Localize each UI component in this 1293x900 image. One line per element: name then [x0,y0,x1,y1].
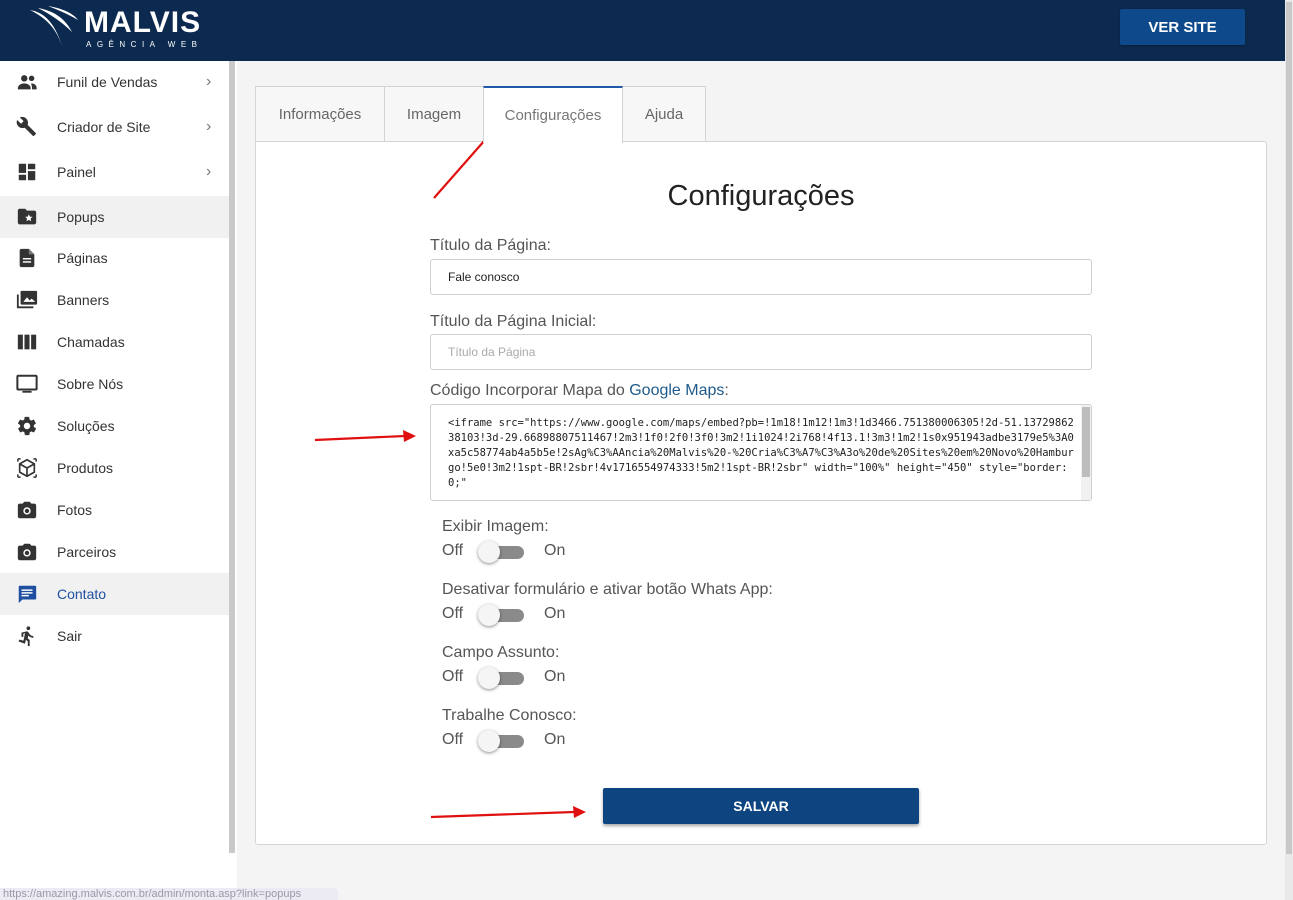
page-scrollbar-thumb[interactable] [1286,2,1292,854]
people-icon [16,71,38,93]
brand-name: MALVIS [84,6,202,39]
top-header: MALVIS AGÊNCIA WEB VER SITE [0,0,1285,61]
sidebar-item-sobre-nos[interactable]: Sobre Nós [0,363,229,405]
google-maps-link[interactable]: Google Maps [629,382,724,399]
maps-label-suffix: : [724,382,729,399]
chevron-right-icon: › [206,73,212,90]
toggle-off-label: Off [442,605,464,622]
tab-ajuda[interactable]: Ajuda [622,86,706,142]
camera-icon [16,541,38,563]
sidebar-item-banners[interactable]: Banners [0,279,229,321]
sidebar-item-label: Popups [57,209,105,225]
toggle-campo-assunto-label: Campo Assunto: [442,644,560,661]
gear-icon [16,415,38,437]
sidebar-item-criador-de-site[interactable]: Criador de Site › [0,106,229,148]
chevron-right-icon: › [206,163,212,180]
monitor-icon [16,373,38,395]
sidebar-item-label: Parceiros [57,544,117,560]
sidebar-item-parceiros[interactable]: Parceiros [0,531,229,573]
toggle-exibir-imagem-label: Exibir Imagem: [442,518,549,535]
sidebar-item-painel[interactable]: Painel › [0,151,229,193]
campo-assunto-switch[interactable] [478,667,525,689]
sidebar-item-popups[interactable]: Popups [0,196,229,238]
sidebar-item-sair[interactable]: Sair [0,615,229,657]
folder-star-icon [16,206,38,228]
page-scrollbar[interactable] [1285,0,1293,900]
ver-site-button[interactable]: VER SITE [1120,9,1245,45]
columns-icon [16,331,38,353]
sidebar-item-paginas[interactable]: Páginas [0,237,229,279]
brand-subtitle: AGÊNCIA WEB [86,40,203,49]
maps-code-content: <iframe src="https://www.google.com/maps… [448,417,1074,489]
toggle-off-label: Off [442,542,464,559]
sidebar-item-label: Sobre Nós [57,376,124,392]
sidebar-item-funil-de-vendas[interactable]: Funil de Vendas › [0,61,229,103]
maps-label-prefix: Código Incorporar Mapa do [430,382,630,399]
sidebar-item-label: Chamadas [57,334,125,350]
page-title-input[interactable]: Fale conosco [430,259,1092,295]
trabalhe-conosco-switch[interactable] [478,730,525,752]
tab-imagem[interactable]: Imagem [384,86,484,142]
images-icon [16,289,38,311]
toggle-trabalhe-conosco-label: Trabalhe Conosco: [442,707,577,724]
save-button[interactable]: SALVAR [603,788,919,824]
sidebar-item-contato[interactable]: Contato [0,573,229,615]
camera-icon [16,499,38,521]
toggle-on-label: On [544,542,566,559]
toggle-off-label: Off [442,668,464,685]
sidebar-item-label: Criador de Site [57,119,151,135]
sidebar-item-chamadas[interactable]: Chamadas [0,321,229,363]
exit-icon [16,625,38,647]
textarea-scrollbar[interactable] [1081,405,1091,500]
form-title: Configurações [667,180,855,212]
sidebar-item-label: Produtos [57,460,114,476]
sidebar-item-label: Contato [57,586,107,602]
tab-configuracoes[interactable]: Configurações [483,86,623,143]
tab-informacoes[interactable]: Informações [255,86,385,142]
home-title-input[interactable]: Título da Página [430,334,1092,370]
chevron-right-icon: › [206,118,212,135]
brand-logo[interactable]: MALVIS AGÊNCIA WEB [28,6,203,52]
sidebar-item-label: Painel [57,164,96,180]
sidebar-item-label: Páginas [57,250,108,266]
textarea-scrollbar-thumb[interactable] [1082,407,1090,477]
maps-code-label: Código Incorporar Mapa do Google Maps: [430,382,729,400]
sidebar-item-produtos[interactable]: Produtos [0,447,229,489]
maps-code-textarea[interactable]: <iframe src="https://www.google.com/maps… [430,404,1092,501]
file-icon [16,247,38,269]
sidebar-item-label: Fotos [57,502,93,518]
status-url: https://amazing.malvis.com.br/admin/mont… [0,888,338,900]
page-title-label: Título da Página: [430,237,551,254]
dashboard-icon [16,161,38,183]
sidebar-item-label: Banners [57,292,110,308]
toggle-on-label: On [544,731,566,748]
toggle-on-label: On [544,605,566,622]
wings-logo-icon [30,6,78,46]
sidebar-item-solucoes[interactable]: Soluções [0,405,229,447]
toggle-whatsapp-label: Desativar formulário e ativar botão What… [442,581,773,598]
wrench-icon [16,116,38,138]
sidebar-item-fotos[interactable]: Fotos [0,489,229,531]
sidebar: Funil de Vendas › Criador de Site › Pain… [0,61,237,900]
chat-icon [16,583,38,605]
exibir-imagem-switch[interactable] [478,541,525,563]
home-title-label: Título da Página Inicial: [430,313,597,330]
box-icon [16,457,38,479]
whatsapp-switch[interactable] [478,604,525,626]
sidebar-scrollbar[interactable] [229,61,235,853]
toggle-off-label: Off [442,731,464,748]
sidebar-item-label: Soluções [57,418,115,434]
sidebar-item-label: Sair [57,628,82,644]
toggle-on-label: On [544,668,566,685]
sidebar-item-label: Funil de Vendas [57,74,158,90]
